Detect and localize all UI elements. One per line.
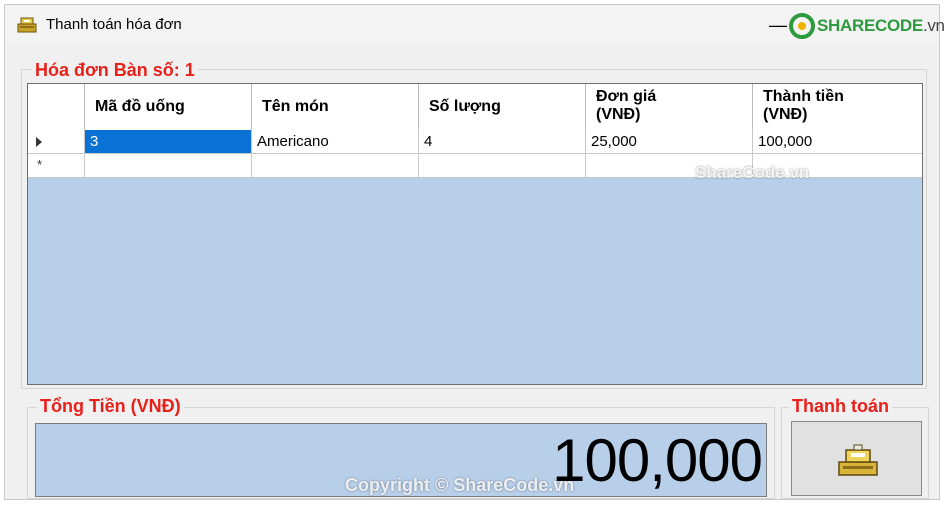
column-header-code[interactable]: Mã đồ uống <box>85 84 252 130</box>
new-cell-code[interactable] <box>85 154 252 177</box>
total-value: 100,000 <box>552 427 763 494</box>
column-header-unit-price[interactable]: Đơn giá (VNĐ) <box>586 84 753 130</box>
total-legend: Tổng Tiền (VNĐ) <box>37 396 184 417</box>
watermark-bottom: Copyright © ShareCode.vn <box>345 475 575 495</box>
grid-header-row: Mã đồ uống Tên món Số lượng Đơn giá (VNĐ… <box>28 84 922 131</box>
title-bar: Thanh toán hóa đơn — SHARECODE.vn <box>5 5 945 45</box>
sharecode-logo: SHARECODE.vn <box>789 13 945 39</box>
sharecode-logo-icon <box>789 13 815 39</box>
current-row-arrow-icon <box>36 137 42 147</box>
window-title: Thanh toán hóa đơn <box>46 16 182 33</box>
logo-text: SHARECODE.vn <box>817 16 945 35</box>
new-cell-name[interactable] <box>252 154 419 177</box>
new-row-star-icon: * <box>37 157 43 172</box>
column-header-name[interactable]: Tên món <box>252 84 419 130</box>
cash-register-icon <box>17 17 37 33</box>
cell-name[interactable]: Americano <box>252 130 419 153</box>
column-header-amount[interactable]: Thành tiền (VNĐ) <box>753 84 922 130</box>
cell-unit-price[interactable]: 25,000 <box>586 130 753 153</box>
invoice-grid[interactable]: Mã đồ uống Tên món Số lượng Đơn giá (VNĐ… <box>27 83 923 385</box>
watermark-center: ShareCode.vn <box>695 163 810 182</box>
cell-amount[interactable]: 100,000 <box>753 130 922 153</box>
new-cell-quantity[interactable] <box>419 154 586 177</box>
row-header-corner <box>28 84 85 130</box>
row-header[interactable]: * <box>28 154 85 177</box>
cell-quantity[interactable]: 4 <box>419 130 586 153</box>
invoice-legend: Hóa đơn Bàn số: 1 <box>32 60 198 81</box>
payment-window: Thanh toán hóa đơn — SHARECODE.vn Hóa đơ… <box>4 4 945 500</box>
cash-register-icon <box>838 444 878 476</box>
column-header-quantity[interactable]: Số lượng <box>419 84 586 130</box>
row-header[interactable] <box>28 130 85 153</box>
pay-button[interactable] <box>791 421 922 496</box>
table-row[interactable]: 3 Americano 4 25,000 100,000 <box>28 130 922 154</box>
payment-legend: Thanh toán <box>789 396 892 417</box>
cell-code[interactable]: 3 <box>85 130 252 153</box>
minimize-button[interactable]: — <box>769 15 787 36</box>
